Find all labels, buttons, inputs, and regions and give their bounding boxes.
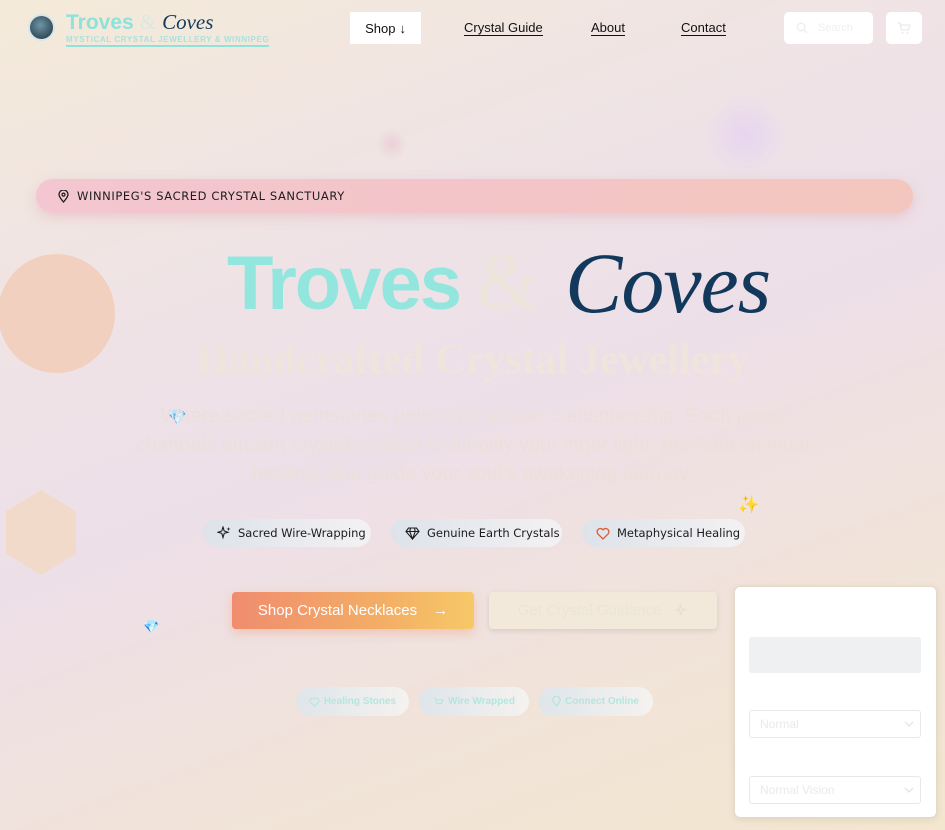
cta-primary-label: Shop Crystal Necklaces [257, 602, 418, 619]
nav-contact[interactable]: Contact [681, 20, 726, 36]
decor-glow-small [378, 128, 406, 160]
sparkles-icon [217, 526, 231, 540]
logo-icon[interactable] [28, 14, 55, 41]
cart-icon [434, 697, 444, 704]
logo-coves: Coves [162, 10, 214, 34]
shop-crystal-necklaces-button[interactable]: Shop Crystal Necklaces → [232, 592, 474, 629]
cta-secondary-label: Get Crystal Guidance [517, 602, 662, 619]
location-banner: WINNIPEG'S SACRED CRYSTAL SANCTUARY [36, 179, 913, 213]
nav-shop-label: Shop [365, 20, 396, 36]
search-input[interactable]: Search [784, 12, 873, 44]
vision-mode-select[interactable]: Normal Vision [749, 776, 921, 804]
site-header: Troves & Coves MYSTICAL CRYSTAL JEWELLER… [0, 0, 945, 58]
decor-glow-lilac [700, 95, 790, 175]
get-crystal-guidance-button[interactable]: Get Crystal Guidance [489, 592, 717, 629]
nav-crystal-guide[interactable]: Crystal Guide [464, 20, 543, 36]
sparkle-icon: ✨ [738, 495, 760, 515]
map-pin-icon [552, 696, 561, 707]
feature-pill-earth-crystals: Genuine Earth Crystals [391, 519, 562, 547]
tag-connect-online[interactable]: Connect Online [538, 687, 653, 716]
accessibility-panel: Normal Normal Vision [734, 586, 937, 818]
logo-troves: Troves [66, 11, 134, 34]
nav-about[interactable]: About [591, 20, 625, 36]
tag-label: Wire Wrapped [448, 696, 515, 707]
search-icon [796, 22, 808, 34]
tag-label: Connect Online [565, 696, 639, 707]
cart-icon [898, 22, 911, 34]
arrow-down-icon: ↓ [399, 20, 406, 36]
nav-shop-button[interactable]: Shop ↓ [350, 12, 421, 44]
tag-healing-stones[interactable]: Healing Stones [296, 687, 409, 716]
chevron-down-icon [904, 787, 914, 793]
feature-label: Metaphysical Healing [617, 526, 741, 540]
heart-icon [596, 527, 610, 540]
feature-label: Sacred Wire-Wrapping [238, 526, 366, 540]
logo-tagline: MYSTICAL CRYSTAL JEWELLERY & WINNIPEG [66, 35, 270, 47]
hero-title-ampersand: & [477, 238, 540, 326]
arrow-right-icon: → [433, 602, 449, 619]
logo-ampersand: & [139, 10, 157, 34]
feature-pill-wire-wrapping: Sacred Wire-Wrapping [203, 519, 371, 547]
text-size-select[interactable]: Normal [749, 710, 921, 738]
feature-label: Genuine Earth Crystals [427, 526, 560, 540]
sparkles-icon [675, 604, 688, 617]
tag-wire-wrapped[interactable]: Wire Wrapped [419, 687, 529, 716]
gem-icon [405, 526, 420, 540]
hero-description: Where sacred gemstones unite with artisa… [135, 405, 810, 485]
map-pin-icon [58, 189, 69, 203]
hero-subtitle: Handcrafted Crystal Jewellery [196, 337, 749, 383]
hero-title-coves: Coves [565, 235, 771, 331]
hero-title: Troves & Coves [227, 238, 771, 330]
heart-icon [309, 697, 320, 707]
hero-title-troves: Troves [227, 241, 462, 326]
tag-label: Healing Stones [323, 696, 397, 707]
gem-sparkle-icon: 💎 [143, 620, 160, 635]
search-placeholder: Search [818, 22, 853, 34]
banner-text: WINNIPEG'S SACRED CRYSTAL SANCTUARY [77, 189, 345, 203]
cart-button[interactable] [886, 12, 922, 44]
logo-wordmark[interactable]: Troves & Coves [66, 10, 213, 34]
feature-pill-metaphysical-healing: Metaphysical Healing [582, 519, 745, 547]
decor-hexagon [6, 490, 76, 575]
vision-mode-value: Normal Vision [760, 783, 835, 797]
text-size-value: Normal [760, 717, 799, 731]
accessibility-toggle-bar[interactable] [749, 637, 921, 673]
chevron-down-icon [904, 721, 914, 727]
